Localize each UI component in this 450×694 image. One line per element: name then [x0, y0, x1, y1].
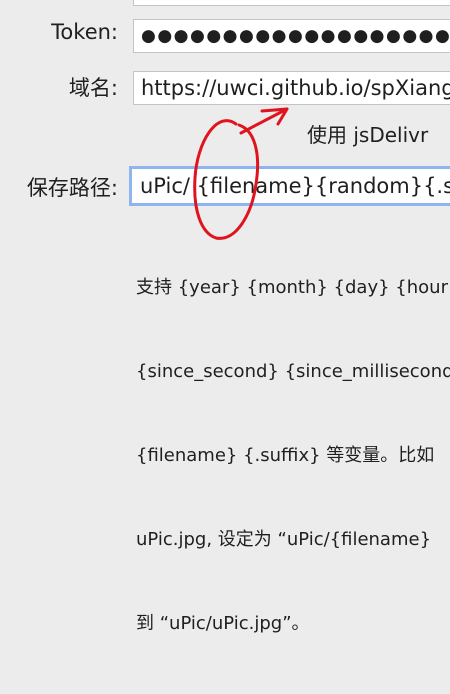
- annotation-arrow: [239, 107, 289, 135]
- domain-label: 域名:: [68, 76, 118, 100]
- jsdelivr-label: 使用 jsDelivr: [307, 123, 429, 147]
- previous-field[interactable]: [133, 0, 450, 6]
- jsdelivr-option[interactable]: 使用 jsDelivr: [307, 119, 428, 148]
- hint-line: uPic.jpg, 设定为 “uPic/{filename}: [136, 529, 432, 550]
- hint-line: 到 “uPic/uPic.jpg”。: [136, 613, 310, 634]
- domain-field[interactable]: https://uwci.github.io/spXiangwei: [133, 71, 450, 105]
- hint-line: {since_second} {since_millisecond}: [136, 361, 450, 382]
- hint-line: {filename} {.suffix} 等变量。比如: [136, 445, 435, 466]
- token-field[interactable]: ●●●●●●●●●●●●●●●●●●●●●●●●●●: [133, 19, 450, 53]
- save-path-hint: 支持 {year} {month} {day} {hour} {since_se…: [136, 218, 450, 694]
- save-path-field[interactable]: uPic/ {filename}{random}{.suffix}: [129, 166, 450, 206]
- save-path-label: 保存路径:: [26, 176, 118, 200]
- token-label: Token:: [51, 20, 118, 44]
- hint-line: 支持 {year} {month} {day} {hour}: [136, 277, 450, 298]
